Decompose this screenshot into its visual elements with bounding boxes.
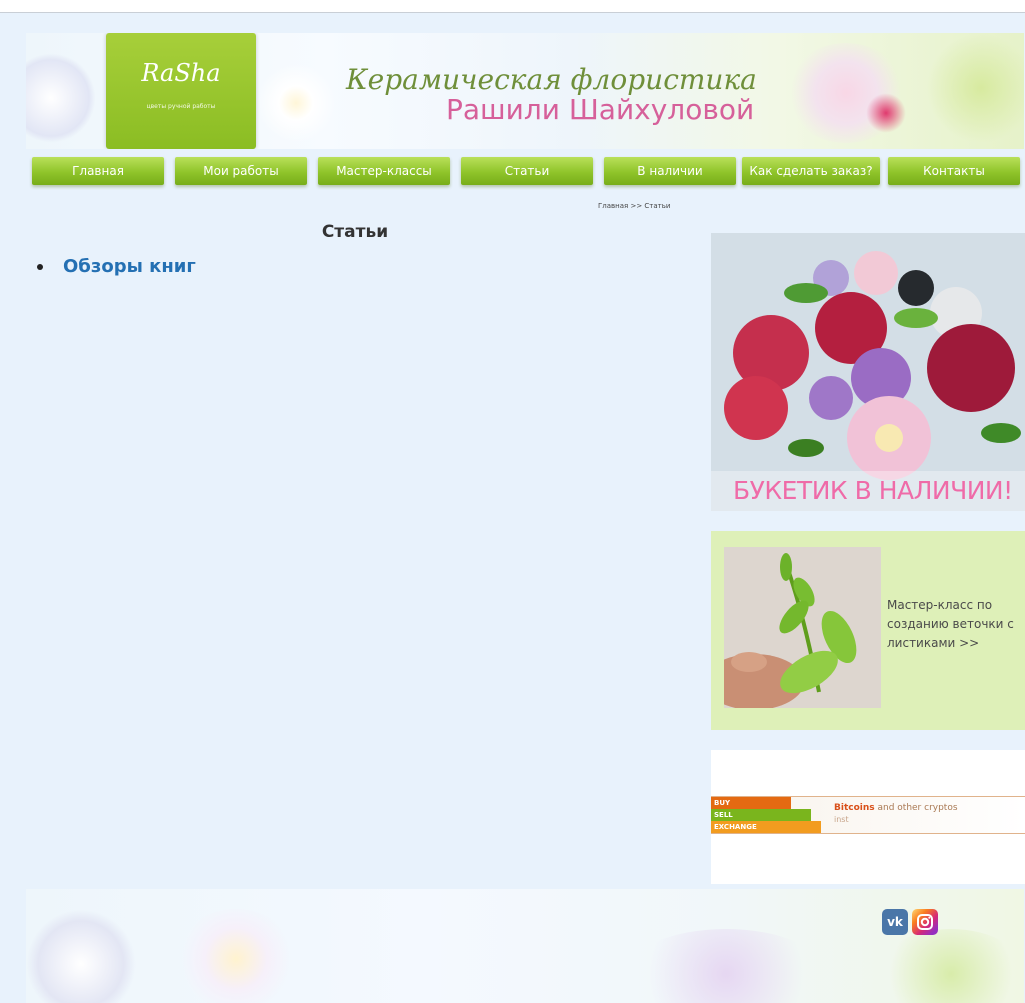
browser-top-bar — [0, 0, 1025, 13]
leaf-decoration — [876, 929, 1024, 1003]
ad-subtext: inst — [834, 815, 849, 824]
nav-item-articles[interactable]: Статьи — [461, 157, 593, 185]
flower-decoration — [26, 909, 136, 1003]
instagram-glyph — [917, 914, 933, 930]
bouquet-image — [711, 233, 1025, 511]
crypto-ad[interactable]: BUY SELL EXCHANGE Bitcoins and other cry… — [711, 796, 1025, 834]
footer-banner: vk — [26, 889, 1024, 1003]
nav-item-my-works[interactable]: Мои работы — [175, 157, 307, 185]
bullet-icon — [37, 263, 43, 270]
list-item: Обзоры книг — [37, 256, 196, 277]
breadcrumb[interactable]: Главная >> Статьи — [598, 202, 670, 210]
promo-ad-banner[interactable]: BUY SELL EXCHANGE Bitcoins and other cry… — [711, 750, 1025, 884]
logo-subtitle: цветы ручной работы — [146, 103, 216, 110]
articles-list: Обзоры книг — [37, 256, 196, 277]
flower-decoration — [256, 63, 336, 143]
nav-item-home[interactable]: Главная — [32, 157, 164, 185]
master-class-image — [724, 547, 881, 708]
promo-caption: БУКЕТИК В НАЛИЧИИ! — [711, 471, 1025, 511]
ad-tag-buy: BUY — [711, 797, 791, 809]
ad-tag-sell: SELL — [711, 809, 811, 821]
nav-item-contacts[interactable]: Контакты — [888, 157, 1020, 185]
berry-decoration — [866, 93, 906, 133]
leaf-decoration — [926, 33, 1024, 143]
ad-headline: Bitcoins and other cryptos — [834, 803, 958, 813]
article-link-book-reviews[interactable]: Обзоры книг — [63, 256, 196, 277]
promo-master-class[interactable]: Мастер-класс по созданию веточки с листи… — [711, 531, 1025, 730]
site-logo[interactable]: RaSha цветы ручной работы — [106, 33, 256, 149]
instagram-icon[interactable] — [912, 909, 938, 935]
flower-decoration — [176, 909, 296, 1003]
nav-item-in-stock[interactable]: В наличии — [604, 157, 736, 185]
promo-master-class-text: Мастер-класс по созданию веточки с листи… — [887, 598, 1014, 650]
header-banner: RaSha цветы ручной работы Керамическая ф… — [26, 33, 1024, 149]
ad-headline-bold: Bitcoins — [834, 803, 875, 813]
ad-headline-rest: and other cryptos — [874, 803, 958, 813]
nav-item-master-classes[interactable]: Мастер-классы — [318, 157, 450, 185]
nav-item-how-to-order[interactable]: Как сделать заказ? — [742, 157, 880, 185]
site-title-line1: Керамическая флористика — [346, 63, 757, 96]
vk-icon[interactable]: vk — [882, 909, 908, 935]
flower-decoration — [26, 53, 96, 143]
logo-text: RaSha — [141, 59, 221, 87]
promo-bouquet-in-stock[interactable]: БУКЕТИК В НАЛИЧИИ! — [711, 233, 1025, 511]
site-title-line2: Рашили Шайхуловой — [446, 93, 755, 126]
ad-tag-exchange: EXCHANGE — [711, 821, 821, 833]
main-nav: Главная Мои работы Мастер-классы Статьи … — [32, 157, 1022, 185]
flower-decoration — [626, 929, 826, 1003]
page-title: Статьи — [321, 222, 389, 242]
